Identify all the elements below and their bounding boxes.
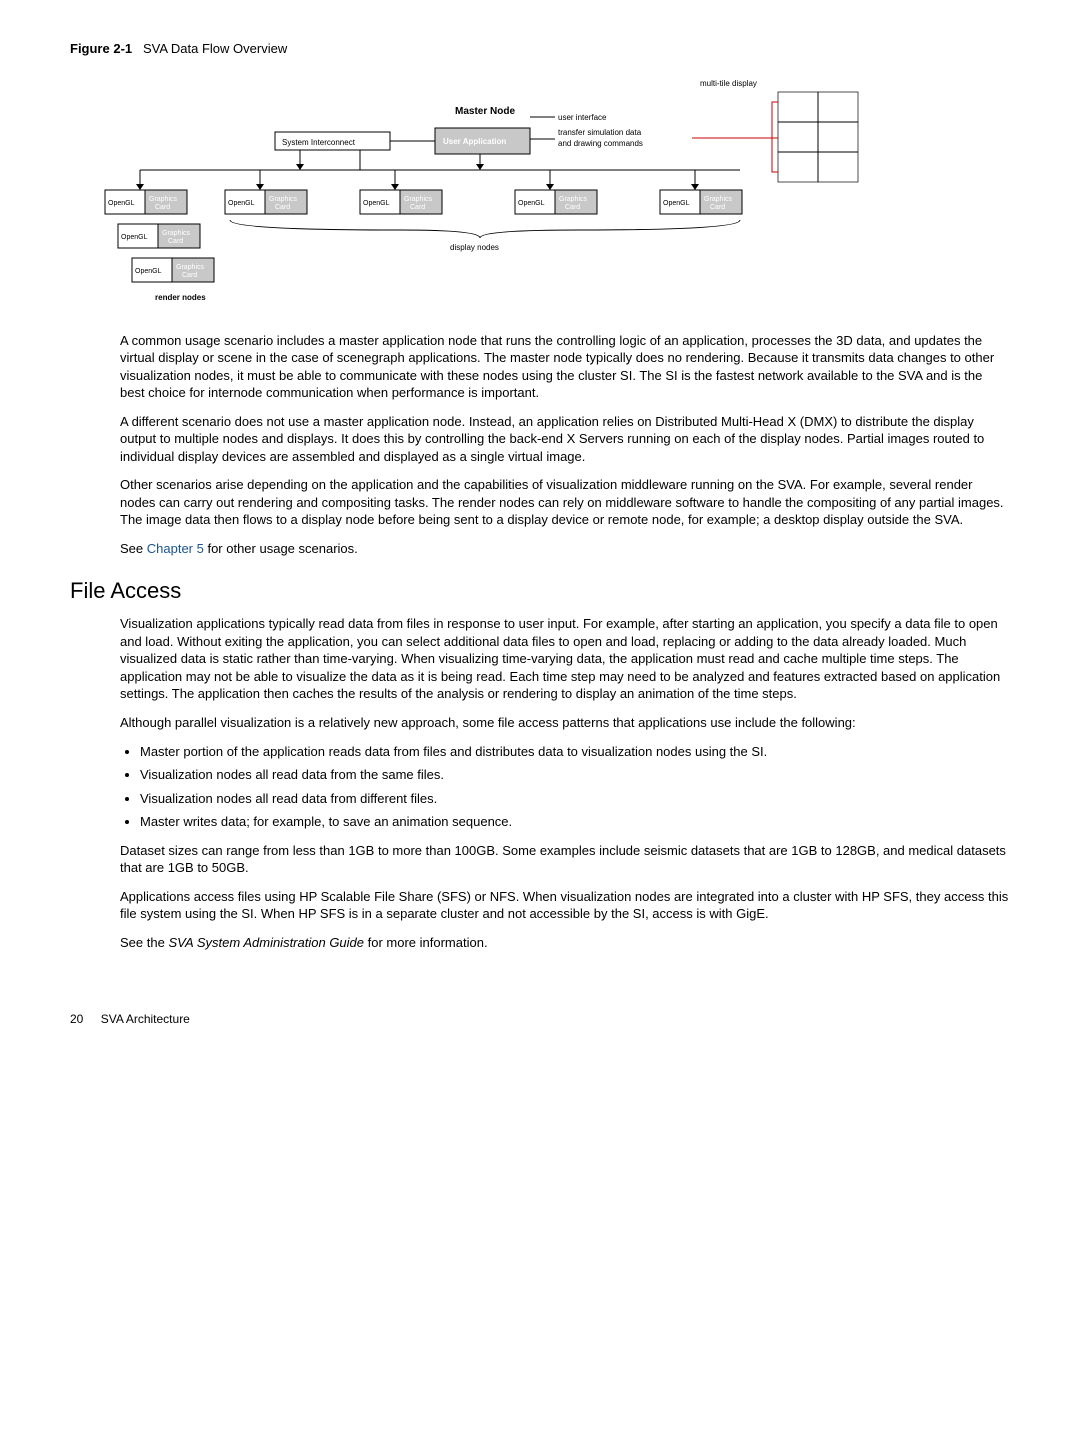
- svg-text:Graphics: Graphics: [176, 264, 205, 271]
- svg-text:Graphics: Graphics: [269, 196, 298, 203]
- user-interface-label: user interface: [558, 113, 607, 122]
- paragraph-3: Other scenarios arise depending on the a…: [120, 476, 1010, 529]
- opengl-node-6: OpenGL Graphics Card: [118, 224, 200, 248]
- svg-text:OpenGL: OpenGL: [363, 200, 390, 207]
- chapter-5-link[interactable]: Chapter 5: [147, 541, 204, 556]
- svg-text:Card: Card: [275, 204, 290, 211]
- bullet-list: Master portion of the application reads …: [120, 743, 1010, 831]
- opengl-node-2: OpenGL Graphics Card: [225, 190, 307, 214]
- svg-text:Card: Card: [410, 204, 425, 211]
- svg-text:Card: Card: [155, 204, 170, 211]
- guide-title: SVA System Administration Guide: [168, 935, 364, 950]
- svg-text:Card: Card: [710, 204, 725, 211]
- svg-text:Graphics: Graphics: [404, 196, 433, 203]
- master-node-label: Master Node: [455, 106, 515, 117]
- svg-text:Graphics: Graphics: [162, 230, 191, 237]
- transfer-line1: transfer simulation data: [558, 128, 642, 137]
- opengl-node-1: OpenGL Graphics Card: [105, 190, 187, 214]
- user-app-label: User Application: [443, 137, 506, 146]
- figure-caption: SVA Data Flow Overview: [143, 41, 287, 56]
- svg-text:Graphics: Graphics: [559, 196, 588, 203]
- paragraph-1: A common usage scenario includes a maste…: [120, 332, 1010, 402]
- sva-diagram: .box { fill: #fff; stroke: #000; stroke-…: [100, 72, 880, 312]
- opengl-node-3: OpenGL Graphics Card: [360, 190, 442, 214]
- system-interconnect-label: System Interconnect: [282, 138, 356, 147]
- list-item: Master writes data; for example, to save…: [140, 813, 1010, 831]
- svg-text:Graphics: Graphics: [704, 196, 733, 203]
- svg-text:Card: Card: [565, 204, 580, 211]
- paragraph-8: Applications access files using HP Scala…: [120, 888, 1010, 923]
- multi-tile-label: multi-tile display: [700, 79, 757, 88]
- paragraph-2: A different scenario does not use a mast…: [120, 413, 1010, 466]
- display-nodes-label: display nodes: [450, 243, 499, 252]
- list-item: Master portion of the application reads …: [140, 743, 1010, 761]
- svg-text:OpenGL: OpenGL: [108, 200, 135, 207]
- page-footer: 20 SVA Architecture: [70, 1011, 1010, 1027]
- paragraph-4: See Chapter 5 for other usage scenarios.: [120, 540, 1010, 558]
- page-number: 20: [70, 1012, 83, 1026]
- svg-text:OpenGL: OpenGL: [663, 200, 690, 207]
- figure-label: Figure 2-1: [70, 41, 132, 56]
- svg-text:Card: Card: [182, 272, 197, 279]
- transfer-line2: and drawing commands: [558, 139, 643, 148]
- paragraph-9: See the SVA System Administration Guide …: [120, 934, 1010, 952]
- svg-text:OpenGL: OpenGL: [228, 200, 255, 207]
- render-nodes-label: render nodes: [155, 293, 206, 302]
- figure-title: Figure 2-1 SVA Data Flow Overview: [70, 40, 1010, 58]
- svg-text:OpenGL: OpenGL: [135, 268, 162, 275]
- svg-text:Graphics: Graphics: [149, 196, 178, 203]
- svg-text:OpenGL: OpenGL: [518, 200, 545, 207]
- list-item: Visualization nodes all read data from t…: [140, 766, 1010, 784]
- paragraph-5: Visualization applications typically rea…: [120, 615, 1010, 703]
- opengl-node-5: OpenGL Graphics Card: [660, 190, 742, 214]
- paragraph-7: Dataset sizes can range from less than 1…: [120, 842, 1010, 877]
- list-item: Visualization nodes all read data from d…: [140, 790, 1010, 808]
- svg-text:OpenGL: OpenGL: [121, 234, 148, 241]
- paragraph-6: Although parallel visualization is a rel…: [120, 714, 1010, 732]
- file-access-heading: File Access: [70, 576, 1010, 606]
- svg-text:Card: Card: [168, 238, 183, 245]
- opengl-node-7: OpenGL Graphics Card: [132, 258, 214, 282]
- footer-section: SVA Architecture: [101, 1012, 190, 1026]
- opengl-node-4: OpenGL Graphics Card: [515, 190, 597, 214]
